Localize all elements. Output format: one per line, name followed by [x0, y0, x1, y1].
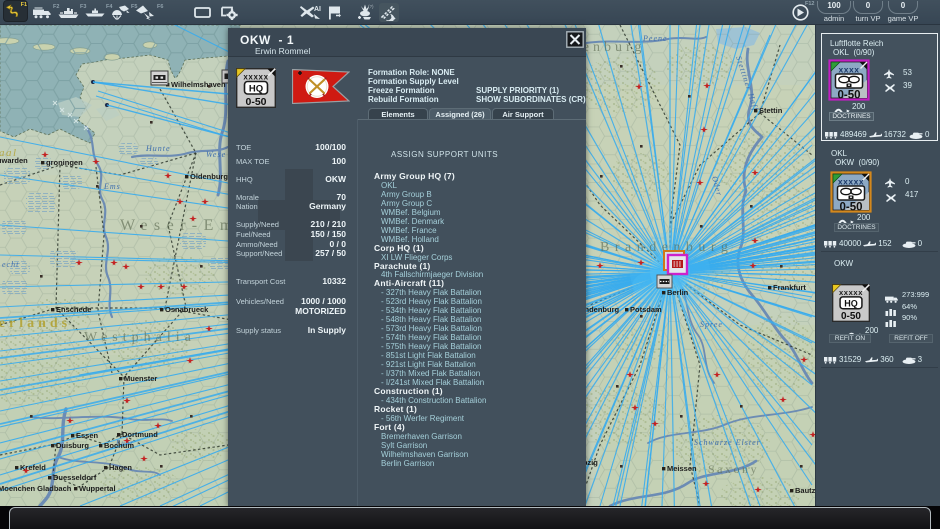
svg-text:Enschede: Enschede: [56, 305, 91, 314]
svg-text:groningen: groningen: [46, 158, 83, 167]
svg-text:Frankfurt: Frankfurt: [773, 283, 806, 292]
svg-text:Duisburg: Duisburg: [56, 441, 89, 450]
svg-text:Saxony: Saxony: [708, 462, 759, 476]
svg-text:Dortmund: Dortmund: [122, 430, 158, 439]
svg-text:Meissen: Meissen: [667, 464, 697, 473]
svg-text:Duesseldorf: Duesseldorf: [53, 473, 97, 482]
svg-text:Ems: Ems: [103, 182, 121, 191]
svg-text:0-50: 0-50: [245, 96, 266, 108]
svg-text:HQ: HQ: [249, 84, 263, 95]
svg-text:Moenchen Gladbach: Moenchen Gladbach: [0, 484, 72, 493]
svg-text:Muenster: Muenster: [124, 374, 157, 383]
svg-text:xxxxx: xxxxx: [838, 177, 864, 187]
svg-text:Hagen: Hagen: [109, 463, 132, 472]
svg-text:Bochum: Bochum: [104, 441, 134, 450]
svg-text:Osnabrueck: Osnabrueck: [165, 305, 209, 314]
svg-text:Wuppertal: Wuppertal: [79, 484, 116, 493]
svg-text:xxxxx: xxxxx: [839, 288, 863, 297]
svg-text:Berlin: Berlin: [667, 288, 689, 297]
svg-text:Westphalia: Westphalia: [84, 330, 196, 345]
svg-text:echt: echt: [2, 260, 19, 269]
svg-text:Spree: Spree: [700, 320, 723, 329]
svg-text:Essen: Essen: [76, 431, 99, 440]
svg-text:Oldenburg: Oldenburg: [190, 172, 228, 181]
svg-text:0-50: 0-50: [841, 311, 861, 322]
svg-text:(?): (?): [368, 4, 374, 9]
svg-text:Wilhelmshaven: Wilhelmshaven: [171, 80, 226, 89]
svg-text:0-50: 0-50: [837, 90, 860, 102]
svg-text:Leeuwarden: Leeuwarden: [0, 156, 28, 165]
svg-text:Netherlands: Netherlands: [0, 316, 71, 331]
svg-text:Hunte: Hunte: [145, 144, 171, 153]
svg-text:Schwarze Elster: Schwarze Elster: [694, 438, 761, 447]
svg-text:Potsdam: Potsdam: [630, 305, 662, 314]
svg-text:Wese: Wese: [206, 150, 226, 159]
svg-text:xxxxx: xxxxx: [243, 73, 268, 82]
svg-text:Peene: Peene: [642, 34, 668, 43]
svg-text:Stettin: Stettin: [759, 106, 783, 115]
svg-text:xxxx: xxxx: [839, 65, 860, 75]
svg-text:AI: AI: [314, 6, 321, 13]
svg-text:HQ: HQ: [844, 298, 858, 308]
svg-text:0-50: 0-50: [839, 202, 862, 214]
